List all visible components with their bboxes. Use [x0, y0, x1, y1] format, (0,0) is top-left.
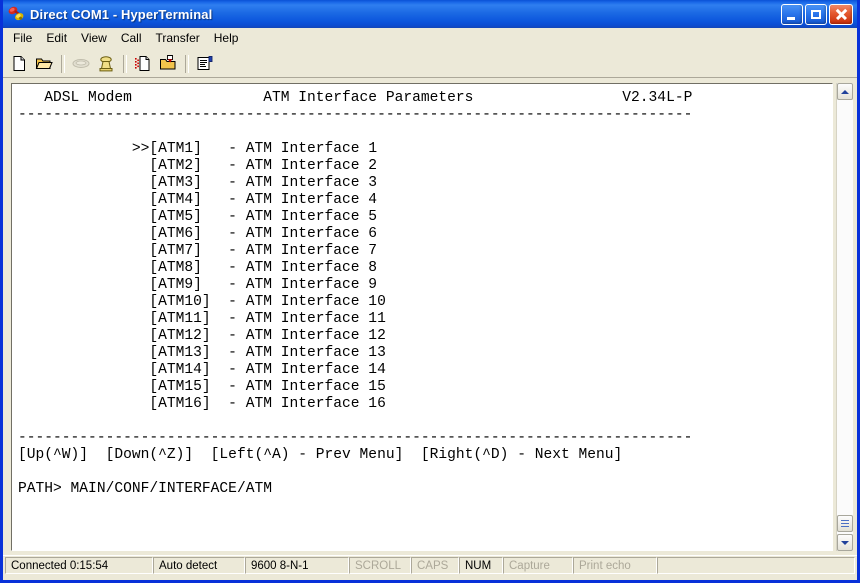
status-caps: CAPS: [411, 557, 459, 574]
open-folder-icon[interactable]: [32, 52, 56, 75]
properties-icon[interactable]: [193, 52, 217, 75]
menu-item-view[interactable]: View: [74, 29, 114, 48]
new-connection-icon[interactable]: [7, 52, 31, 75]
status-detect: Auto detect: [153, 557, 245, 574]
call-icon: [69, 52, 93, 75]
scroll-up-arrow-icon[interactable]: [837, 83, 853, 100]
menu-bar: File Edit View Call Transfer Help: [3, 28, 857, 50]
menu-item-edit[interactable]: Edit: [39, 29, 74, 48]
status-capture: Capture: [503, 557, 573, 574]
terminal-frame: ADSL Modem ATM Interface Parameters V2.3…: [11, 83, 833, 551]
hyperterminal-phone-icon: [7, 5, 25, 23]
status-filler: [657, 557, 855, 574]
send-file-icon[interactable]: [131, 52, 155, 75]
menu-item-help[interactable]: Help: [207, 29, 246, 48]
status-scroll: SCROLL: [349, 557, 411, 574]
terminal-text: ADSL Modem ATM Interface Parameters V2.3…: [18, 90, 832, 498]
toolbar-separator-3: [185, 55, 189, 73]
status-print-echo: Print echo: [573, 557, 657, 574]
status-num: NUM: [459, 557, 503, 574]
terminal-screen[interactable]: ADSL Modem ATM Interface Parameters V2.3…: [12, 84, 832, 550]
toolbar-separator-2: [123, 55, 127, 73]
disconnect-icon[interactable]: [94, 52, 118, 75]
close-button[interactable]: [829, 4, 853, 25]
scrollbar-track[interactable]: [837, 100, 853, 534]
scrollbar-thumb[interactable]: [837, 515, 853, 532]
vertical-scrollbar[interactable]: [836, 83, 853, 551]
status-settings: 9600 8-N-1: [245, 557, 349, 574]
menu-item-file[interactable]: File: [6, 29, 39, 48]
minimize-button[interactable]: [781, 4, 803, 25]
title-bar[interactable]: Direct COM1 - HyperTerminal: [3, 0, 857, 28]
status-connected: Connected 0:15:54: [5, 557, 153, 574]
window-controls: [781, 4, 855, 25]
toolbar: [3, 50, 857, 78]
window-title: Direct COM1 - HyperTerminal: [30, 7, 781, 22]
scroll-down-arrow-icon[interactable]: [837, 534, 853, 551]
status-bar: Connected 0:15:54 Auto detect 9600 8-N-1…: [3, 555, 857, 576]
menu-item-call[interactable]: Call: [114, 29, 149, 48]
client-area: ADSL Modem ATM Interface Parameters V2.3…: [3, 78, 857, 555]
receive-file-icon[interactable]: [156, 52, 180, 75]
menu-item-transfer[interactable]: Transfer: [149, 29, 207, 48]
toolbar-separator-1: [61, 55, 65, 73]
hyperterminal-window: Direct COM1 - HyperTerminal File Edit Vi…: [0, 0, 860, 583]
maximize-button[interactable]: [805, 4, 827, 25]
